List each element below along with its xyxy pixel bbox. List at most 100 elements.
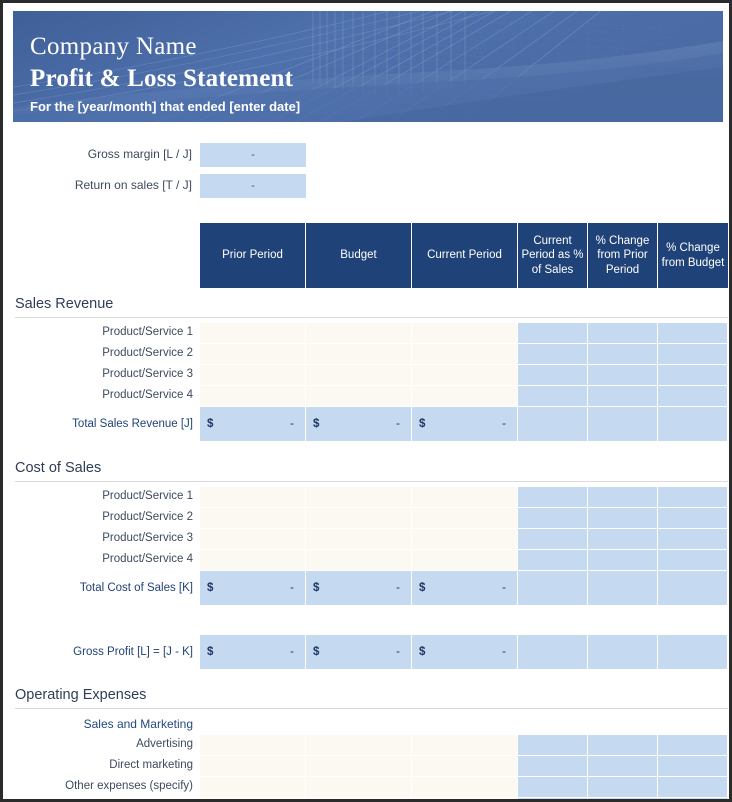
column-header-current-period: Current Period — [412, 223, 518, 288]
cell-pct-of-sales — [518, 323, 588, 344]
return-on-sales-value[interactable]: - — [200, 174, 306, 198]
cell-budget[interactable] — [306, 344, 412, 365]
row-label: Product/Service 4 — [102, 553, 193, 565]
cell-budget[interactable] — [306, 550, 412, 571]
cell-prior-period[interactable] — [200, 529, 306, 550]
cell-budget[interactable] — [306, 323, 412, 344]
total-cell-pct-of-sales — [518, 407, 588, 442]
total-cell-current-period: $ - — [412, 407, 518, 442]
cell-budget[interactable] — [306, 508, 412, 529]
total-value: - — [396, 582, 400, 594]
cell-pct-change-prior — [588, 365, 658, 386]
cell-pct-of-sales — [518, 529, 588, 550]
row-label: Product/Service 1 — [102, 326, 193, 338]
row-cells — [200, 365, 728, 386]
cell-budget[interactable] — [306, 756, 412, 777]
cell-pct-change-budget — [658, 487, 728, 508]
cell-pct-change-prior — [588, 386, 658, 407]
cell-pct-change-budget — [658, 529, 728, 550]
cell-current-period[interactable] — [412, 386, 518, 407]
gross-profit-cell-pct-change-prior — [588, 635, 658, 670]
row-cells: $ - $ - $ - — [200, 407, 728, 442]
gross-profit-cell-pct-of-sales — [518, 635, 588, 670]
table-row: Product/Service 4 — [3, 386, 729, 407]
currency-symbol: $ — [419, 582, 426, 594]
cell-current-period[interactable] — [412, 508, 518, 529]
cell-pct-of-sales — [518, 735, 588, 756]
cell-current-period[interactable] — [412, 344, 518, 365]
cell-pct-change-prior — [588, 550, 658, 571]
cell-prior-period[interactable] — [200, 508, 306, 529]
row-cells: $ - $ - $ - — [200, 571, 728, 606]
table-row: Advertising — [3, 735, 729, 756]
table-row: Product/Service 3 — [3, 529, 729, 550]
section-rule — [15, 317, 728, 318]
cell-pct-change-budget — [658, 756, 728, 777]
row-label: Direct marketing — [109, 759, 193, 771]
cell-budget[interactable] — [306, 365, 412, 386]
total-value: - — [502, 646, 506, 658]
cell-current-period[interactable] — [412, 529, 518, 550]
cell-prior-period[interactable] — [200, 344, 306, 365]
cell-pct-of-sales — [518, 386, 588, 407]
cell-budget[interactable] — [306, 777, 412, 798]
cell-prior-period[interactable] — [200, 550, 306, 571]
gross-profit-cell-prior-period: $ - — [200, 635, 306, 670]
cell-pct-of-sales — [518, 487, 588, 508]
cell-prior-period[interactable] — [200, 323, 306, 344]
cell-current-period[interactable] — [412, 756, 518, 777]
cell-prior-period[interactable] — [200, 756, 306, 777]
total-cell-pct-change-budget — [658, 571, 728, 606]
table-row: Product/Service 1 — [3, 323, 729, 344]
section-rule — [15, 481, 728, 482]
cell-pct-of-sales — [518, 798, 588, 799]
cell-current-period[interactable] — [412, 550, 518, 571]
cell-budget[interactable] — [306, 529, 412, 550]
total-value: - — [502, 582, 506, 594]
gross-profit-label: Gross Profit [L] = [J - K] — [73, 646, 193, 658]
total-cell-pct-change-budget — [658, 407, 728, 442]
row-cells — [200, 798, 728, 799]
cell-current-period[interactable] — [412, 323, 518, 344]
cell-prior-period[interactable] — [200, 735, 306, 756]
cell-prior-period[interactable] — [200, 798, 306, 799]
cell-budget[interactable] — [306, 735, 412, 756]
cell-pct-change-budget — [658, 798, 728, 799]
cell-prior-period[interactable] — [200, 365, 306, 386]
cell-current-period[interactable] — [412, 735, 518, 756]
cell-budget[interactable] — [306, 487, 412, 508]
gross-margin-value[interactable]: - — [200, 143, 306, 167]
cell-pct-change-prior — [588, 344, 658, 365]
row-label: Product/Service 2 — [102, 511, 193, 523]
total-value: - — [290, 582, 294, 594]
cell-budget[interactable] — [306, 386, 412, 407]
section-rule — [15, 708, 728, 709]
ratio-row-return-on-sales: Return on sales [T / J] - — [3, 174, 729, 199]
table-column-headers: Prior Period Budget Current Period Curre… — [200, 223, 728, 288]
currency-symbol: $ — [207, 646, 214, 658]
total-value: - — [290, 418, 294, 430]
row-label: Product/Service 3 — [102, 368, 193, 380]
currency-symbol: $ — [419, 418, 426, 430]
total-cell-budget: $ - — [306, 407, 412, 442]
cell-pct-change-budget — [658, 365, 728, 386]
cell-prior-period[interactable] — [200, 777, 306, 798]
table-row: Product/Service 2 — [3, 508, 729, 529]
cell-current-period[interactable] — [412, 487, 518, 508]
cell-current-period[interactable] — [412, 777, 518, 798]
cell-prior-period[interactable] — [200, 487, 306, 508]
table-total-row-cost-of-sales: Total Cost of Sales [K] $ - $ - $ - — [3, 571, 729, 606]
cell-current-period[interactable] — [412, 798, 518, 799]
row-cells — [200, 487, 728, 508]
row-cells — [200, 344, 728, 365]
currency-symbol: $ — [207, 418, 214, 430]
cell-current-period[interactable] — [412, 365, 518, 386]
gross-margin-label: Gross margin [L / J] — [87, 147, 192, 161]
row-label: Product/Service 1 — [102, 490, 193, 502]
cell-pct-change-budget — [658, 323, 728, 344]
row-cells — [200, 529, 728, 550]
gross-profit-cell-budget: $ - — [306, 635, 412, 670]
cell-prior-period[interactable] — [200, 386, 306, 407]
cell-budget[interactable] — [306, 798, 412, 799]
subheading-label: Sales and Marketing — [83, 717, 193, 731]
